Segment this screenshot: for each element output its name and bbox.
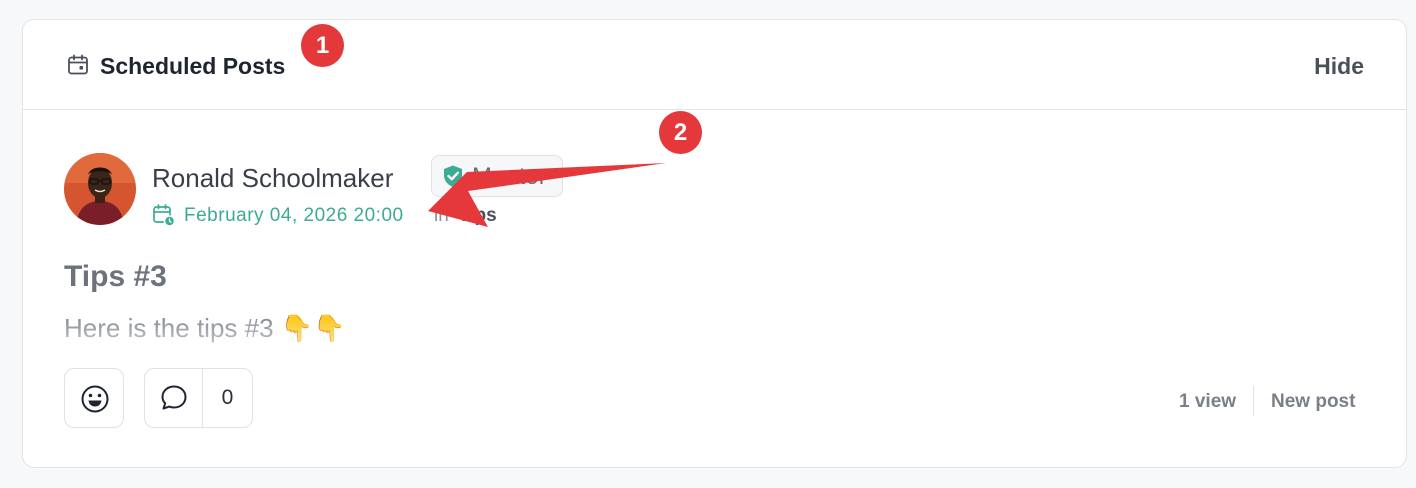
comment-icon <box>161 385 187 410</box>
calendar-icon <box>68 54 88 75</box>
scheduled-posts-card: Scheduled Posts Hide Ronald Schoolmaker … <box>22 19 1407 468</box>
comment-group: 0 <box>144 368 253 428</box>
post-title[interactable]: Tips #3 <box>64 260 167 294</box>
annotation-marker-1: 1 <box>301 24 344 67</box>
reaction-button[interactable] <box>64 368 124 428</box>
hide-button[interactable]: Hide <box>1314 52 1364 80</box>
avatar-image <box>64 153 136 225</box>
calendar-clock-icon <box>153 204 176 227</box>
smiley-icon <box>81 385 109 413</box>
scheduled-in-label: in <box>434 205 449 226</box>
annotation-marker-2: 2 <box>659 111 702 154</box>
new-post-label: New post <box>1271 391 1356 412</box>
card-title: Scheduled Posts <box>100 53 286 79</box>
scheduled-datetime: February 04, 2026 20:00 <box>184 205 404 226</box>
comment-count: 0 <box>221 386 234 409</box>
post-body: Here is the tips #3 👇👇 <box>64 313 346 343</box>
footer-divider <box>1253 386 1254 416</box>
comment-button[interactable] <box>145 369 203 427</box>
card-header: Scheduled Posts Hide <box>23 20 1406 110</box>
shield-check-icon <box>444 165 462 187</box>
mentor-badge: Mentor <box>431 155 563 197</box>
view-count: 1 view <box>1179 391 1237 412</box>
author-name[interactable]: Ronald Schoolmaker <box>152 163 393 193</box>
badge-label: Mentor <box>472 163 547 190</box>
avatar[interactable] <box>64 153 136 225</box>
space-link[interactable]: Tips <box>458 205 497 227</box>
